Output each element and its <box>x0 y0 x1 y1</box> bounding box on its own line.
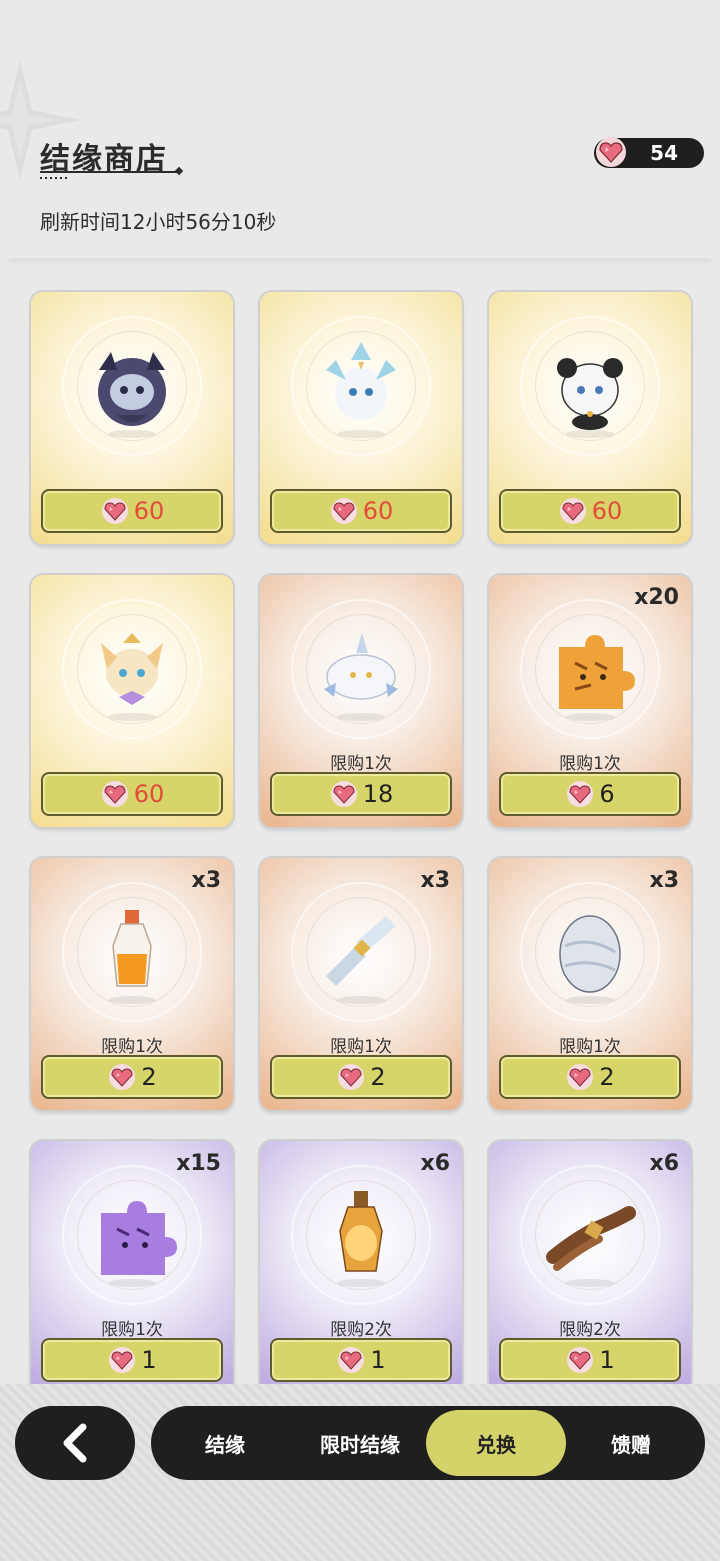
heart-gem-icon <box>109 1347 136 1373</box>
heart-gem-icon <box>596 137 626 167</box>
buy-button[interactable]: 2 <box>499 1055 681 1099</box>
tab-jieyuan[interactable]: 结缘 <box>171 1406 279 1480</box>
heart-gem-icon <box>559 498 586 524</box>
item-quantity: x3 <box>649 868 680 893</box>
shop-item-card[interactable]: 60 <box>260 292 462 544</box>
buy-button[interactable]: 18 <box>270 772 452 816</box>
shop-item-card[interactable]: x15 限购1次 1 <box>31 1141 233 1390</box>
item-price: 1 <box>141 1346 157 1374</box>
refresh-timer: 刷新时间12小时56分10秒 <box>40 210 277 234</box>
item-price: 60 <box>133 780 165 808</box>
item-price: 60 <box>362 497 394 525</box>
buy-button[interactable]: 2 <box>41 1055 223 1099</box>
buy-button[interactable]: 60 <box>41 772 223 816</box>
item-price: 2 <box>599 1063 615 1091</box>
buy-button[interactable]: 2 <box>270 1055 452 1099</box>
unicorn-ghost-spirit-icon <box>324 633 398 721</box>
purchase-limit: 限购2次 <box>559 1320 621 1340</box>
header-divider <box>8 258 712 266</box>
heart-gem-icon <box>567 1347 594 1373</box>
title-dots <box>40 177 70 179</box>
shop-item-card[interactable]: x3 限购1次 2 <box>31 858 233 1110</box>
item-quantity: x3 <box>191 868 222 893</box>
heart-gem-icon <box>330 781 357 807</box>
back-button[interactable] <box>15 1406 135 1480</box>
item-price: 18 <box>362 780 394 808</box>
buy-button[interactable]: 6 <box>499 772 681 816</box>
tiger-puzzle-piece-icon <box>559 635 635 721</box>
shop-item-card[interactable]: 60 <box>489 292 691 544</box>
purchase-limit: 限购2次 <box>330 1320 392 1340</box>
shop-item-card[interactable]: 限购1次 18 <box>260 575 462 827</box>
heart-gem-icon <box>101 781 128 807</box>
orange-potion-bottle-icon <box>108 910 156 1004</box>
currency-counter: 54 <box>594 137 704 168</box>
shop-item-card[interactable]: x20 限购1次 6 <box>489 575 691 827</box>
shop-item-card[interactable]: 60 <box>31 575 233 827</box>
heart-gem-icon <box>330 498 357 524</box>
buy-button[interactable]: 1 <box>270 1338 452 1382</box>
shop-item-card[interactable]: x3 限购1次 2 <box>489 858 691 1110</box>
panda-spirit-icon <box>557 358 623 438</box>
fox-spirit-icon <box>101 633 163 721</box>
item-quantity: x15 <box>176 1151 221 1176</box>
heart-gem-icon <box>567 781 594 807</box>
shop-item-card[interactable]: x3 限购1次 2 <box>260 858 462 1110</box>
dark-mask-spirit-icon <box>98 352 166 438</box>
purchase-limit: 限购1次 <box>330 754 392 774</box>
item-grid: 60 60 60 60 限购1次 18 x20 限购1次 6 x3 限购1次 2… <box>0 290 720 1390</box>
item-price: 1 <box>370 1346 386 1374</box>
item-quantity: x6 <box>649 1151 680 1176</box>
silver-ribbon-bundle-icon <box>326 916 396 1004</box>
item-price: 1 <box>599 1346 615 1374</box>
buy-button[interactable]: 1 <box>499 1338 681 1382</box>
tab-gift[interactable]: 馈赠 <box>576 1406 686 1480</box>
item-price: 6 <box>599 780 615 808</box>
buy-button[interactable]: 60 <box>499 489 681 533</box>
brown-rope-bundle-icon <box>546 1206 636 1287</box>
currency-amount: 54 <box>650 141 678 165</box>
heart-gem-icon <box>338 1064 365 1090</box>
title-end-diamond <box>174 166 184 176</box>
amber-potion-bottle-icon <box>337 1191 385 1287</box>
purple-cat-puzzle-piece-icon <box>101 1201 177 1287</box>
item-quantity: x3 <box>420 868 451 893</box>
item-quantity: x6 <box>420 1151 451 1176</box>
shop-item-card[interactable]: x6 限购2次 1 <box>260 1141 462 1390</box>
tab-exchange[interactable]: 兑换 <box>426 1410 566 1476</box>
buy-button[interactable]: 60 <box>270 489 452 533</box>
buy-button[interactable]: 60 <box>41 489 223 533</box>
tab-limited-jieyuan[interactable]: 限时结缘 <box>297 1406 423 1480</box>
item-price: 2 <box>370 1063 386 1091</box>
ice-kirin-spirit-icon <box>326 342 396 438</box>
heart-gem-icon <box>567 1064 594 1090</box>
item-price: 2 <box>141 1063 157 1091</box>
buy-button[interactable]: 1 <box>41 1338 223 1382</box>
purchase-limit: 限购1次 <box>559 1037 621 1057</box>
heart-gem-icon <box>109 1064 136 1090</box>
purchase-limit: 限购1次 <box>101 1037 163 1057</box>
item-price: 60 <box>591 497 623 525</box>
purchase-limit: 限购1次 <box>559 754 621 774</box>
bottom-nav: 结缘 限时结缘 兑换 馈赠 <box>151 1406 705 1480</box>
chevron-left-icon <box>63 1423 87 1463</box>
silver-egg-icon <box>559 915 621 1004</box>
item-price: 60 <box>133 497 165 525</box>
heart-gem-icon <box>101 498 128 524</box>
title-underline <box>40 171 180 173</box>
heart-gem-icon <box>338 1347 365 1373</box>
item-quantity: x20 <box>634 585 679 610</box>
purchase-limit: 限购1次 <box>101 1320 163 1340</box>
purchase-limit: 限购1次 <box>330 1037 392 1057</box>
shop-item-card[interactable]: 60 <box>31 292 233 544</box>
shop-item-card[interactable]: x6 限购2次 1 <box>489 1141 691 1390</box>
shop-header: 结缘商店 刷新时间12小时56分10秒 54 <box>0 0 720 260</box>
